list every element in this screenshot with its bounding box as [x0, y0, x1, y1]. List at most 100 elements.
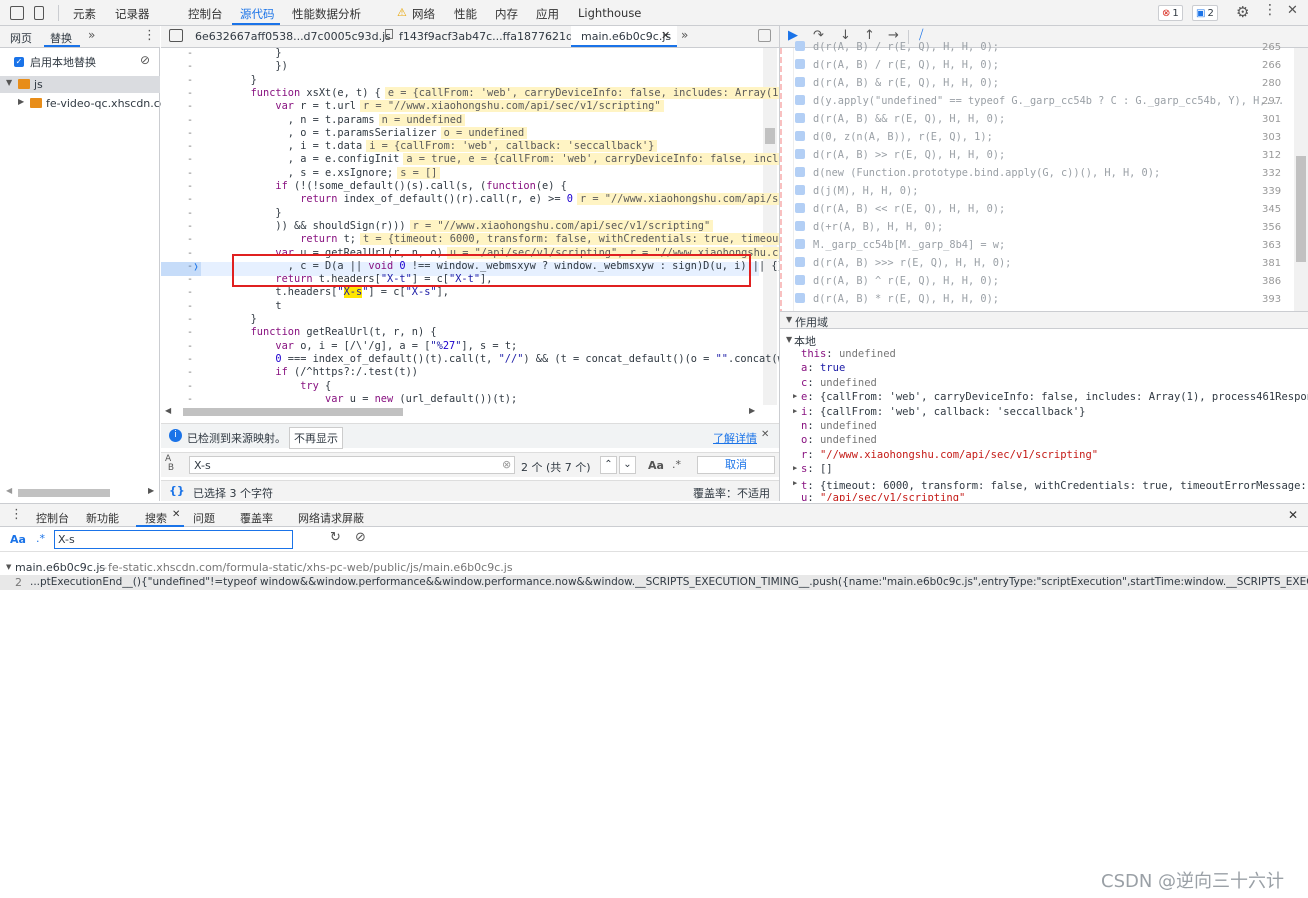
tab-network[interactable]: 网络 [412, 6, 435, 22]
scope-variable[interactable]: ▶ t: {timeout: 6000, transform: false, wi… [793, 478, 1308, 493]
navigator-hscrollbar[interactable]: ◀ ▶ [6, 486, 156, 498]
learn-more-link[interactable]: 了解详情 [713, 430, 757, 446]
breakpoint-checkbox[interactable] [795, 149, 805, 159]
messages-badge[interactable]: ▣ 2 [1192, 5, 1218, 21]
drawer-tab-request-blocking[interactable]: 网络请求屏蔽 [298, 510, 364, 526]
drawer-tab-issues[interactable]: 问题 [193, 510, 215, 526]
scroll-thumb[interactable] [18, 489, 110, 497]
scope-variable[interactable]: o: undefined [801, 434, 877, 446]
search-result-line[interactable]: 2 ...ptExecutionEnd__(){"undefined"!=typ… [0, 575, 1308, 590]
enable-overrides-checkbox[interactable]: ✓ [14, 57, 24, 67]
scope-variable[interactable]: ▶ i: {callFrom: 'web', callback: 'seccall… [793, 406, 1086, 418]
regex-icon[interactable]: .* [672, 458, 681, 471]
scroll-left-icon[interactable]: ◀ [6, 486, 12, 495]
errors-badge[interactable]: ⊗ 1 [1158, 5, 1183, 21]
breakpoint-item[interactable]: d(r(A, B) / r(E, Q), H, H, 0); [795, 41, 999, 53]
drawer-tab-coverage[interactable]: 覆盖率 [240, 510, 273, 526]
close-drawer-icon[interactable]: ✕ [1288, 508, 1298, 522]
inspect-element-icon[interactable] [10, 6, 24, 20]
tree-item-domain[interactable]: ▶ fe-video-qc.xhscdn.com [0, 95, 177, 112]
more-tabs-chevron-icon[interactable]: » [88, 28, 95, 42]
tab-sources[interactable]: 源代码 [240, 6, 275, 22]
scroll-thumb[interactable] [765, 128, 775, 144]
file-tab-active[interactable]: main.e6b0c9c.js ✕ [571, 26, 677, 47]
scope-variable[interactable]: n: undefined [801, 420, 877, 432]
toggle-navigator-icon[interactable] [169, 29, 183, 42]
tab-console[interactable]: 控制台 [188, 6, 223, 22]
scope-variable[interactable]: u: "/api/sec/v1/scripting" [801, 492, 965, 501]
settings-gear-icon[interactable]: ⚙ [1236, 3, 1249, 21]
tab-recorder[interactable]: 记录器 [115, 6, 150, 22]
breakpoint-item[interactable]: d(r(A, B) << r(E, Q), H, H, 0); [795, 203, 1005, 215]
scope-variable[interactable]: ▶ s: [] [793, 463, 833, 475]
tab-application[interactable]: 应用 [536, 6, 559, 22]
tab-performance-insights[interactable]: 性能数据分析 [292, 6, 361, 22]
breakpoint-checkbox[interactable] [795, 257, 805, 267]
drawer-tab-search[interactable]: 搜索 [145, 510, 167, 526]
expand-arrow-icon[interactable]: ▶ [793, 464, 797, 472]
clear-icon[interactable]: ⊘ [355, 530, 366, 545]
scroll-left-icon[interactable]: ◀ [165, 406, 171, 415]
breakpoint-item[interactable]: d(y.apply("undefined" == typeof G._garp_… [795, 95, 1284, 107]
breakpoint-checkbox[interactable] [795, 185, 805, 195]
expand-arrow-icon[interactable]: ▼ [6, 78, 12, 87]
breakpoint-item[interactable]: d(r(A, B) >>> r(E, Q), H, H, 0); [795, 257, 1011, 269]
breakpoint-checkbox[interactable] [795, 59, 805, 69]
tab-lighthouse[interactable]: Lighthouse [578, 6, 641, 20]
tab-overrides[interactable]: 替换 [50, 30, 72, 46]
drawer-tab-console[interactable]: 控制台 [36, 510, 69, 526]
breakpoint-item[interactable]: d(+r(A, B), H, H, 0); [795, 221, 943, 233]
dont-show-again-button[interactable]: 不再显示 [289, 427, 343, 449]
expand-arrow-icon[interactable]: ▼ [6, 563, 11, 571]
scroll-thumb[interactable] [1296, 156, 1306, 262]
breakpoint-checkbox[interactable] [795, 293, 805, 303]
breakpoint-item[interactable]: d(r(A, B) >> r(E, Q), H, H, 0); [795, 149, 1005, 161]
breakpoints-vscrollbar[interactable] [1294, 48, 1308, 311]
clear-overrides-icon[interactable]: ⊘ [140, 53, 150, 67]
breakpoint-item[interactable]: d(j(M), H, H, 0); [795, 185, 918, 197]
match-case-icon[interactable]: Aa [648, 459, 664, 472]
expand-arrow-icon[interactable]: ▶ [793, 392, 797, 400]
close-search-tab-icon[interactable]: ✕ [172, 509, 180, 520]
scope-variable[interactable]: this: undefined [801, 348, 896, 360]
next-match-icon[interactable]: ⌄ [619, 456, 636, 474]
scroll-right-icon[interactable]: ▶ [148, 486, 154, 495]
breakpoint-item[interactable]: d(r(A, B) * r(E, Q), H, H, 0); [795, 293, 999, 305]
more-files-icon[interactable]: » [681, 28, 688, 42]
more-options-icon[interactable]: ⋮ [1263, 2, 1277, 18]
breakpoint-item[interactable]: d(0, z(n(A, B)), r(E, Q), 1); [795, 131, 993, 143]
expand-arrow-icon[interactable]: ▼ [786, 315, 792, 324]
close-tab-icon[interactable]: ✕ [661, 29, 670, 42]
breakpoint-checkbox[interactable] [795, 221, 805, 231]
previous-match-icon[interactable]: ⌃ [600, 456, 617, 474]
toggle-debugger-icon[interactable] [758, 29, 771, 42]
breakpoint-item[interactable]: d(r(A, B) && r(E, Q), H, H, 0); [795, 113, 1005, 125]
tab-memory[interactable]: 内存 [495, 6, 518, 22]
drawer-search-input[interactable]: X-s [54, 530, 293, 549]
scope-variable[interactable]: a: true [801, 362, 845, 374]
regex-icon[interactable]: .* [36, 532, 45, 545]
scope-variable[interactable]: c: undefined [801, 377, 877, 389]
breakpoint-item[interactable]: d(new (Function.prototype.bind.apply(G, … [795, 167, 1160, 179]
breakpoint-checkbox[interactable] [795, 131, 805, 141]
breakpoint-item[interactable]: d(r(A, B) ^ r(E, Q), H, H, 0); [795, 275, 999, 287]
breakpoint-checkbox[interactable] [795, 95, 805, 105]
navigator-menu-icon[interactable]: ⋮ [143, 28, 156, 43]
breakpoint-checkbox[interactable] [795, 239, 805, 249]
replace-toggle-icon[interactable]: A B [165, 455, 174, 473]
close-devtools-icon[interactable]: ✕ [1287, 3, 1298, 18]
expand-arrow-icon[interactable]: ▼ [786, 335, 792, 344]
scope-variable[interactable]: ▶ e: {callFrom: 'web', carryDeviceInfo: f… [793, 391, 1308, 403]
refresh-icon[interactable]: ↻ [330, 530, 341, 545]
expand-arrow-icon[interactable]: ▶ [793, 407, 797, 415]
pretty-print-icon[interactable]: {} [169, 484, 185, 497]
scope-section-header[interactable]: ▼ 作用域 [780, 311, 1308, 329]
breakpoint-checkbox[interactable] [795, 113, 805, 123]
device-toolbar-icon[interactable] [34, 6, 44, 20]
code-hscrollbar[interactable]: ◀ ▶ [161, 405, 779, 419]
match-case-icon[interactable]: Aa [10, 533, 26, 546]
search-result-file[interactable]: ▼ main.e6b0c9c.js — fe-static.xhscdn.com… [0, 559, 1308, 575]
drawer-menu-icon[interactable]: ⋮ [10, 507, 23, 522]
code-vscrollbar[interactable] [763, 48, 777, 405]
file-tab-2[interactable]: f143f9acf3ab47c...ffa1877621d.js [399, 30, 585, 43]
